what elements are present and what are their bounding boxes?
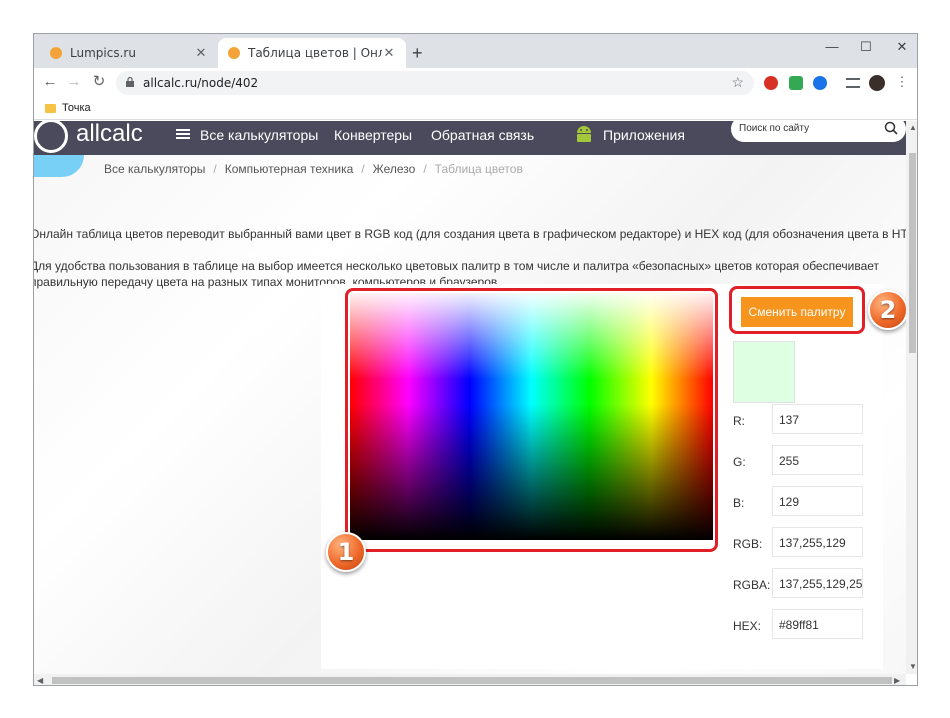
breadcrumb-current: Таблица цветов <box>434 162 523 176</box>
avatar[interactable] <box>869 75 885 91</box>
rgb-label: RGB: <box>733 537 763 551</box>
reload-icon[interactable]: ↻ <box>89 72 109 92</box>
lock-icon <box>126 77 134 87</box>
annotation-badge-1: 1 <box>326 532 366 572</box>
minimize-icon[interactable]: — <box>822 39 842 55</box>
browser-toolbar: ← → ↻ allcalc.ru/node/402 ☆ ⋮ <box>34 68 917 98</box>
color-table-widget: Сменить палитру R: 137 G: 255 B: 129 RGB… <box>321 284 883 669</box>
nav-apps[interactable]: Приложения <box>603 127 685 143</box>
scroll-right-icon[interactable]: ▶ <box>894 676 900 685</box>
new-tab-plus-icon[interactable]: + <box>412 43 423 64</box>
search-icon[interactable] <box>884 121 898 135</box>
b-field[interactable]: 129 <box>772 486 863 516</box>
b-label: B: <box>733 496 745 510</box>
tab-title: Таблица цветов | Онлайн кальк <box>248 46 382 60</box>
rgba-field[interactable]: 137,255,129,255 <box>772 568 863 598</box>
intro-paragraph-2: Для удобства пользования в таблице на вы… <box>34 259 880 273</box>
breadcrumb: Все калькуляторы / Компьютерная техника / Же… <box>104 162 523 176</box>
bookmark-star-icon[interactable]: ☆ <box>731 74 744 91</box>
page-content: allcalc Все калькуляторы Конвертеры Обра… <box>34 121 906 674</box>
rgba-label: RGBA: <box>733 578 771 592</box>
hex-label: HEX: <box>733 619 762 633</box>
site-search-input[interactable]: Поиск по сайту <box>731 121 906 142</box>
forward-arrow-icon[interactable]: → <box>64 72 84 92</box>
scroll-down-icon[interactable]: ▼ <box>909 662 917 671</box>
g-field[interactable]: 255 <box>772 445 863 475</box>
site-logo[interactable]: allcalc <box>76 121 143 148</box>
rgb-field[interactable]: 137,255,129 <box>772 527 863 557</box>
color-preview-swatch <box>733 341 795 403</box>
breadcrumb-item[interactable]: Все калькуляторы <box>104 162 205 176</box>
extension-check-icon[interactable] <box>789 76 803 90</box>
folder-icon <box>45 104 56 113</box>
lumpics-favicon-icon <box>50 47 62 59</box>
back-arrow-icon[interactable]: ← <box>40 72 60 92</box>
intro-paragraph: Онлайн таблица цветов переводит выбранны… <box>34 227 906 241</box>
nav-converters[interactable]: Конвертеры <box>334 127 412 143</box>
bookmark-tochka[interactable]: Точка <box>62 102 91 114</box>
allcalc-favicon-icon <box>228 47 240 59</box>
g-label: G: <box>733 455 746 469</box>
site-search-placeholder: Поиск по сайту <box>739 123 810 134</box>
scroll-thumb[interactable] <box>52 677 892 684</box>
scroll-up-icon[interactable]: ▲ <box>909 123 917 132</box>
callout-frame-button <box>729 286 865 334</box>
breadcrumb-item[interactable]: Железо <box>373 162 416 176</box>
nav-feedback[interactable]: Обратная связь <box>431 127 534 143</box>
hex-field[interactable]: #89ff81 <box>772 609 863 639</box>
nav-all-calculators[interactable]: Все калькуляторы <box>200 127 318 143</box>
close-icon[interactable]: ✕ <box>194 46 208 61</box>
bookmarks-bar: Точка <box>34 98 917 120</box>
extension-globe-icon[interactable] <box>813 76 827 90</box>
r-label: R: <box>733 414 745 428</box>
url-text: allcalc.ru/node/402 <box>143 76 259 90</box>
tab-lumpics[interactable]: Lumpics.ru ✕ <box>40 38 218 68</box>
r-field[interactable]: 137 <box>772 404 863 434</box>
android-icon <box>577 126 591 142</box>
site-header: allcalc Все калькуляторы Конвертеры Обра… <box>34 121 906 155</box>
tab-title: Lumpics.ru <box>70 46 136 60</box>
scroll-left-icon[interactable]: ◀ <box>37 676 43 685</box>
logo-badge-icon <box>34 155 84 177</box>
tab-color-table[interactable]: Таблица цветов | Онлайн кальк ✕ <box>218 38 406 68</box>
reading-list-icon[interactable] <box>846 78 860 88</box>
maximize-icon[interactable]: ☐ <box>856 39 876 55</box>
callout-frame-palette <box>345 288 718 552</box>
close-icon[interactable]: ✕ <box>382 46 396 61</box>
annotation-badge-2: 2 <box>868 290 906 330</box>
browser-window: Lumpics.ru ✕ Таблица цветов | Онлайн кал… <box>33 33 918 686</box>
horizontal-scrollbar[interactable]: ◀ ▶ <box>34 674 906 685</box>
menu-dots-icon[interactable]: ⋮ <box>892 72 912 92</box>
tab-strip: Lumpics.ru ✕ Таблица цветов | Онлайн кал… <box>34 34 917 68</box>
window-close-icon[interactable]: ✕ <box>892 39 912 55</box>
address-bar[interactable]: allcalc.ru/node/402 ☆ <box>116 71 754 95</box>
extension-red-icon[interactable] <box>764 76 778 90</box>
scroll-thumb[interactable] <box>909 153 916 353</box>
breadcrumb-item[interactable]: Компьютерная техника <box>225 162 354 176</box>
vertical-scrollbar[interactable]: ▲ ▼ <box>906 121 917 674</box>
allcalc-logo-icon[interactable] <box>34 121 68 153</box>
hamburger-icon[interactable] <box>176 129 190 139</box>
